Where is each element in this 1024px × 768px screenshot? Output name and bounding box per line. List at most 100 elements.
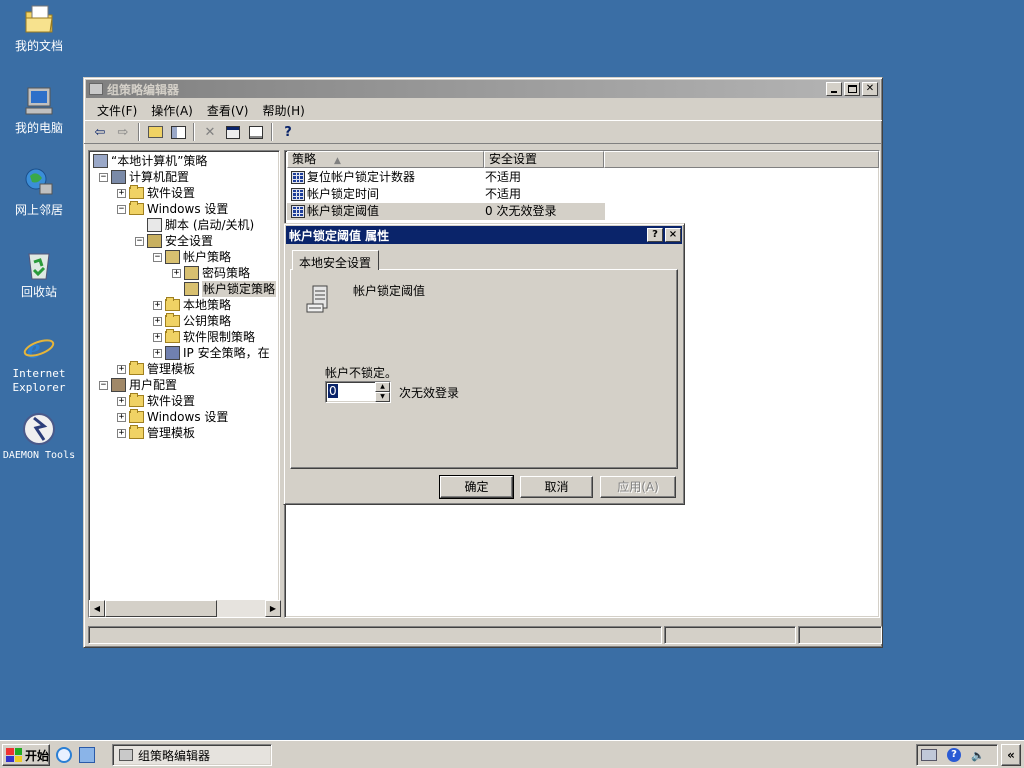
forward-arrow-icon[interactable]: ⇨ bbox=[113, 123, 133, 141]
minimize-button[interactable] bbox=[826, 82, 842, 96]
desktop-icon-recycle-bin[interactable]: 回收站 bbox=[0, 248, 78, 299]
tree-item-label: “本地计算机”策略 bbox=[111, 154, 208, 168]
folder-icon bbox=[129, 185, 144, 199]
scroll-thumb[interactable] bbox=[105, 600, 217, 617]
collapse-icon[interactable]: − bbox=[117, 204, 126, 214]
show-tree-icon[interactable] bbox=[168, 123, 188, 141]
tree-item[interactable]: + 本地策略 bbox=[153, 297, 231, 313]
table-row[interactable]: 复位帐户锁定计数器 不适用 bbox=[287, 169, 605, 186]
expand-icon[interactable]: + bbox=[117, 428, 126, 438]
tree-item[interactable]: + 软件设置 bbox=[117, 393, 195, 409]
tree-item[interactable]: + 软件限制策略 bbox=[153, 329, 255, 345]
collapse-icon[interactable]: − bbox=[135, 236, 144, 246]
table-row[interactable]: 帐户锁定时间 不适用 bbox=[287, 186, 605, 203]
folder-icon bbox=[165, 313, 180, 327]
close-button[interactable]: ✕ bbox=[862, 82, 878, 96]
ok-button[interactable]: 确定 bbox=[439, 475, 514, 499]
help-tray-icon[interactable]: ? bbox=[947, 748, 961, 762]
maximize-icon bbox=[847, 85, 857, 93]
quicklaunch-ie-icon[interactable] bbox=[56, 747, 72, 763]
desktop-icon-my-documents[interactable]: 我的文档 bbox=[0, 2, 78, 53]
desktop-icon-ie[interactable]: e Internet Explorer bbox=[0, 330, 78, 395]
tab-local-security-setting[interactable]: 本地安全设置 bbox=[292, 250, 379, 270]
properties-icon[interactable] bbox=[223, 123, 243, 141]
threshold-spinbox[interactable]: 0 ▲ ▼ bbox=[325, 381, 391, 403]
tree-item[interactable]: + IP 安全策略，在 bbox=[153, 345, 270, 361]
tree-item[interactable]: − 帐户策略 bbox=[153, 249, 231, 265]
expand-icon[interactable]: + bbox=[172, 268, 181, 278]
back-arrow-icon[interactable]: ⇦ bbox=[90, 123, 110, 141]
tree-item[interactable]: − 用户配置 bbox=[99, 377, 177, 393]
expand-icon[interactable]: + bbox=[117, 188, 126, 198]
dialog-help-button[interactable]: ? bbox=[647, 228, 663, 242]
tree-item[interactable]: + 管理模板 bbox=[117, 425, 195, 441]
quicklaunch-explorer-icon[interactable] bbox=[79, 747, 95, 763]
expand-icon[interactable]: + bbox=[153, 348, 162, 358]
tree-item[interactable]: − 安全设置 bbox=[135, 233, 213, 249]
tree-item[interactable]: 脚本 (启动/关机) bbox=[135, 217, 254, 233]
tree-item[interactable]: “本地计算机”策略 bbox=[93, 153, 207, 169]
left-arrow-icon: ◀ bbox=[93, 604, 101, 613]
up-folder-icon[interactable] bbox=[145, 123, 165, 141]
dialog-close-button[interactable]: × bbox=[665, 228, 681, 242]
policy-icon bbox=[93, 154, 108, 168]
menu-help[interactable]: 帮助(H) bbox=[255, 102, 311, 119]
task-app-icon bbox=[119, 749, 133, 761]
expand-icon[interactable]: + bbox=[117, 364, 126, 374]
tree-pane: “本地计算机”策略 − 计算机配置 + 软件设置 − Windows 设置 脚本 (启动/关机… bbox=[88, 150, 281, 618]
collapse-icon[interactable]: − bbox=[153, 252, 162, 262]
expand-icon[interactable]: + bbox=[153, 332, 162, 342]
tree-item[interactable]: + 管理模板 bbox=[117, 361, 195, 377]
export-list-icon[interactable] bbox=[246, 123, 266, 141]
tree-item[interactable]: + Windows 设置 bbox=[117, 409, 228, 425]
tree-item[interactable]: − Windows 设置 bbox=[117, 201, 228, 217]
menu-view[interactable]: 查看(V) bbox=[200, 102, 256, 119]
tree-item-label: 计算机配置 bbox=[129, 170, 190, 184]
scroll-left-button[interactable]: ◀ bbox=[89, 600, 105, 617]
expand-icon[interactable]: + bbox=[117, 412, 126, 422]
tray-expand-button[interactable]: « bbox=[1001, 744, 1021, 766]
column-header-policy[interactable]: 策略 ▲ bbox=[287, 151, 484, 168]
desktop-icon-network[interactable]: 网上邻居 bbox=[0, 166, 78, 217]
taskbar-task-gpedit[interactable]: 组策略编辑器 bbox=[112, 744, 272, 766]
table-row[interactable]: 帐户锁定阈值 0 次无效登录 bbox=[287, 203, 605, 220]
scroll-right-button[interactable]: ▶ bbox=[265, 600, 281, 617]
desktop-icon-daemon-tools[interactable]: DAEMON Tools bbox=[0, 412, 78, 463]
cancel-button[interactable]: 取消 bbox=[520, 476, 593, 498]
network-tray-icon[interactable] bbox=[921, 749, 937, 761]
scroll-track[interactable] bbox=[217, 600, 265, 617]
help-icon[interactable]: ? bbox=[278, 123, 298, 141]
maximize-button[interactable] bbox=[844, 82, 860, 96]
volume-tray-icon[interactable]: 🔈 bbox=[971, 749, 985, 762]
menu-action[interactable]: 操作(A) bbox=[144, 102, 200, 119]
tree-hscrollbar[interactable]: ◀ ▶ bbox=[89, 600, 281, 617]
apply-button[interactable]: 应用(A) bbox=[600, 476, 676, 498]
system-tray: ? 🔈 bbox=[916, 744, 998, 766]
delete-icon[interactable]: ✕ bbox=[200, 123, 220, 141]
spin-down-button[interactable]: ▼ bbox=[375, 392, 390, 402]
tree-item-label: 软件设置 bbox=[147, 394, 196, 408]
column-header-setting[interactable]: 安全设置 bbox=[484, 151, 604, 168]
collapse-icon[interactable]: − bbox=[99, 172, 108, 182]
expand-icon[interactable]: + bbox=[153, 300, 162, 310]
desktop-icon-my-computer[interactable]: 我的电脑 bbox=[0, 84, 78, 135]
acct-icon bbox=[184, 266, 199, 280]
expand-icon[interactable]: + bbox=[153, 316, 162, 326]
collapse-icon[interactable]: − bbox=[99, 380, 108, 390]
policy-icon bbox=[305, 284, 337, 316]
tree-item-label: Windows 设置 bbox=[147, 410, 229, 424]
expand-icon[interactable]: + bbox=[117, 396, 126, 406]
threshold-value[interactable]: 0 bbox=[326, 382, 375, 402]
dialog-titlebar[interactable]: 帐户锁定阈值 属性 ? × bbox=[286, 226, 682, 244]
tree-item[interactable]: + 软件设置 bbox=[117, 185, 195, 201]
spin-up-button[interactable]: ▲ bbox=[375, 382, 390, 392]
threshold-unit-label: 次无效登录 bbox=[399, 386, 460, 400]
tree-item[interactable]: + 密码策略 bbox=[172, 265, 250, 281]
menu-file[interactable]: 文件(F) bbox=[90, 102, 144, 119]
tree-item[interactable]: + 公钥策略 bbox=[153, 313, 231, 329]
tree-item[interactable]: 帐户锁定策略 bbox=[172, 281, 277, 297]
start-button[interactable]: 开始 bbox=[2, 744, 50, 766]
tree-item[interactable]: − 计算机配置 bbox=[99, 169, 189, 185]
window-titlebar[interactable]: 组策略编辑器 ✕ bbox=[86, 80, 880, 98]
toolbar-separator bbox=[138, 123, 140, 141]
